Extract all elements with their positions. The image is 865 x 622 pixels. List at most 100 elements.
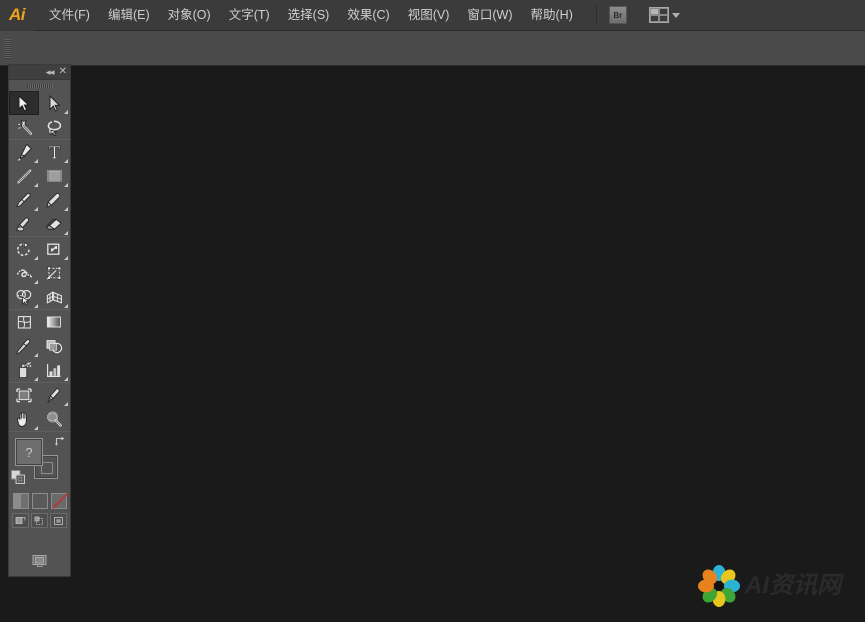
mesh-tool[interactable] <box>9 310 39 334</box>
tool-flyout-indicator <box>34 353 38 357</box>
double-chevron-left-icon[interactable]: ◂◂ <box>45 67 54 77</box>
tool-flyout-indicator <box>34 207 38 211</box>
fill-stroke-controls: ? <box>9 435 70 491</box>
tools-divider <box>9 431 70 432</box>
tool-flyout-indicator <box>64 231 68 235</box>
eraser-tool[interactable] <box>39 212 69 236</box>
blend-tool[interactable] <box>39 334 69 358</box>
zoom-tool[interactable] <box>39 407 69 431</box>
shape-builder-tool[interactable] <box>9 285 39 309</box>
tools-group-selection <box>9 91 70 139</box>
symbol-sprayer-tool[interactable] <box>9 358 39 382</box>
rectangle-icon <box>47 169 61 182</box>
column-graph-tool[interactable] <box>39 358 69 382</box>
app-logo-icon: Ai <box>0 0 34 31</box>
eraser-icon <box>45 218 62 230</box>
selection-tool[interactable] <box>9 91 39 115</box>
menu-object[interactable]: 对象(O) <box>159 0 220 31</box>
tool-flyout-indicator <box>64 377 68 381</box>
width-tool[interactable] <box>9 261 39 285</box>
tool-flyout-indicator <box>64 183 68 187</box>
menu-type[interactable]: 文字(T) <box>220 0 279 31</box>
type-tool[interactable] <box>39 140 69 164</box>
symbol-sprayer-icon <box>19 362 32 378</box>
column-graph-icon <box>47 363 61 377</box>
draw-normal-button[interactable] <box>12 513 29 528</box>
rectangle-tool[interactable] <box>39 164 69 188</box>
paintbrush-icon <box>16 192 31 207</box>
draw-behind-button[interactable] <box>31 513 48 528</box>
mesh-icon <box>17 315 31 329</box>
menu-help[interactable]: 帮助(H) <box>522 0 582 31</box>
tool-flyout-indicator <box>34 304 38 308</box>
direct-selection-arrow-icon <box>49 94 60 112</box>
draw-behind-icon <box>34 516 43 525</box>
gradient-mode-button[interactable] <box>31 493 48 509</box>
direct-selection-tool[interactable] <box>39 91 69 115</box>
gradient-tool[interactable] <box>39 310 69 334</box>
arrange-documents-button[interactable] <box>647 5 682 25</box>
menu-edit[interactable]: 编辑(E) <box>99 0 159 31</box>
selection-arrow-icon <box>18 94 30 111</box>
menu-file[interactable]: 文件(F) <box>40 0 99 31</box>
magic-wand-icon <box>17 118 32 135</box>
draw-inside-icon <box>54 516 63 525</box>
pen-tool[interactable] <box>9 140 39 164</box>
draw-inside-button[interactable] <box>50 513 67 528</box>
line-segment-tool[interactable] <box>9 164 39 188</box>
perspective-grid-tool[interactable] <box>39 285 69 309</box>
tool-flyout-indicator <box>64 402 68 406</box>
tools-panel: ◂◂ ✕ ? <box>8 64 71 577</box>
line-segment-icon <box>16 169 31 183</box>
fill-swatch[interactable]: ? <box>15 438 43 466</box>
screen-mode-button[interactable] <box>29 552 51 570</box>
default-fill-stroke-icon[interactable] <box>11 470 25 484</box>
menu-bar: Ai 文件(F) 编辑(E) 对象(O) 文字(T) 选择(S) 效果(C) 视… <box>0 0 865 31</box>
pencil-tool[interactable] <box>39 188 69 212</box>
arrange-documents-icon <box>648 7 669 23</box>
bridge-button[interactable]: Br <box>608 6 627 24</box>
tool-flyout-indicator <box>34 377 38 381</box>
screen-mode-icon <box>32 555 46 567</box>
swap-fill-stroke-icon[interactable] <box>54 435 66 447</box>
illustrator-window: Ai 文件(F) 编辑(E) 对象(O) 文字(T) 选择(S) 效果(C) 视… <box>0 0 865 622</box>
tools-panel-header: ◂◂ ✕ <box>9 65 70 80</box>
rotate-tool[interactable] <box>9 237 39 261</box>
hand-tool[interactable] <box>9 407 39 431</box>
eyedropper-icon <box>16 338 31 354</box>
paintbrush-tool[interactable] <box>9 188 39 212</box>
eyedropper-tool[interactable] <box>9 334 39 358</box>
none-mode-button[interactable] <box>50 493 67 509</box>
type-T-icon <box>48 145 60 159</box>
tool-flyout-indicator <box>64 110 68 114</box>
close-icon[interactable]: ✕ <box>59 67 67 77</box>
tool-flyout-indicator <box>64 256 68 260</box>
scale-icon <box>47 243 60 255</box>
blob-brush-tool[interactable] <box>9 212 39 236</box>
control-bar <box>0 31 865 66</box>
menu-view[interactable]: 视图(V) <box>399 0 459 31</box>
document-canvas[interactable] <box>0 66 865 622</box>
blend-icon <box>46 339 62 353</box>
gradient-icon <box>46 316 61 328</box>
scale-tool[interactable] <box>39 237 69 261</box>
artboard-tool[interactable] <box>9 383 39 407</box>
shape-builder-icon <box>15 289 31 305</box>
menu-effect[interactable]: 效果(C) <box>338 0 398 31</box>
magic-wand-tool[interactable] <box>9 115 39 139</box>
color-mode-button[interactable] <box>12 493 29 509</box>
menu-select[interactable]: 选择(S) <box>279 0 339 31</box>
tools-group-color <box>9 310 70 382</box>
menu-window[interactable]: 窗口(W) <box>458 0 521 31</box>
tool-flyout-indicator <box>34 183 38 187</box>
slice-tool[interactable] <box>39 383 69 407</box>
tools-panel-grip[interactable] <box>9 80 70 91</box>
tools-group-navigation <box>9 383 70 431</box>
lasso-tool[interactable] <box>39 115 69 139</box>
tool-flyout-indicator <box>34 280 38 284</box>
menu-divider <box>595 5 597 25</box>
drag-grip-icon[interactable] <box>2 34 12 62</box>
rotate-icon <box>17 241 30 256</box>
free-transform-tool[interactable] <box>39 261 69 285</box>
hand-icon <box>17 411 27 427</box>
